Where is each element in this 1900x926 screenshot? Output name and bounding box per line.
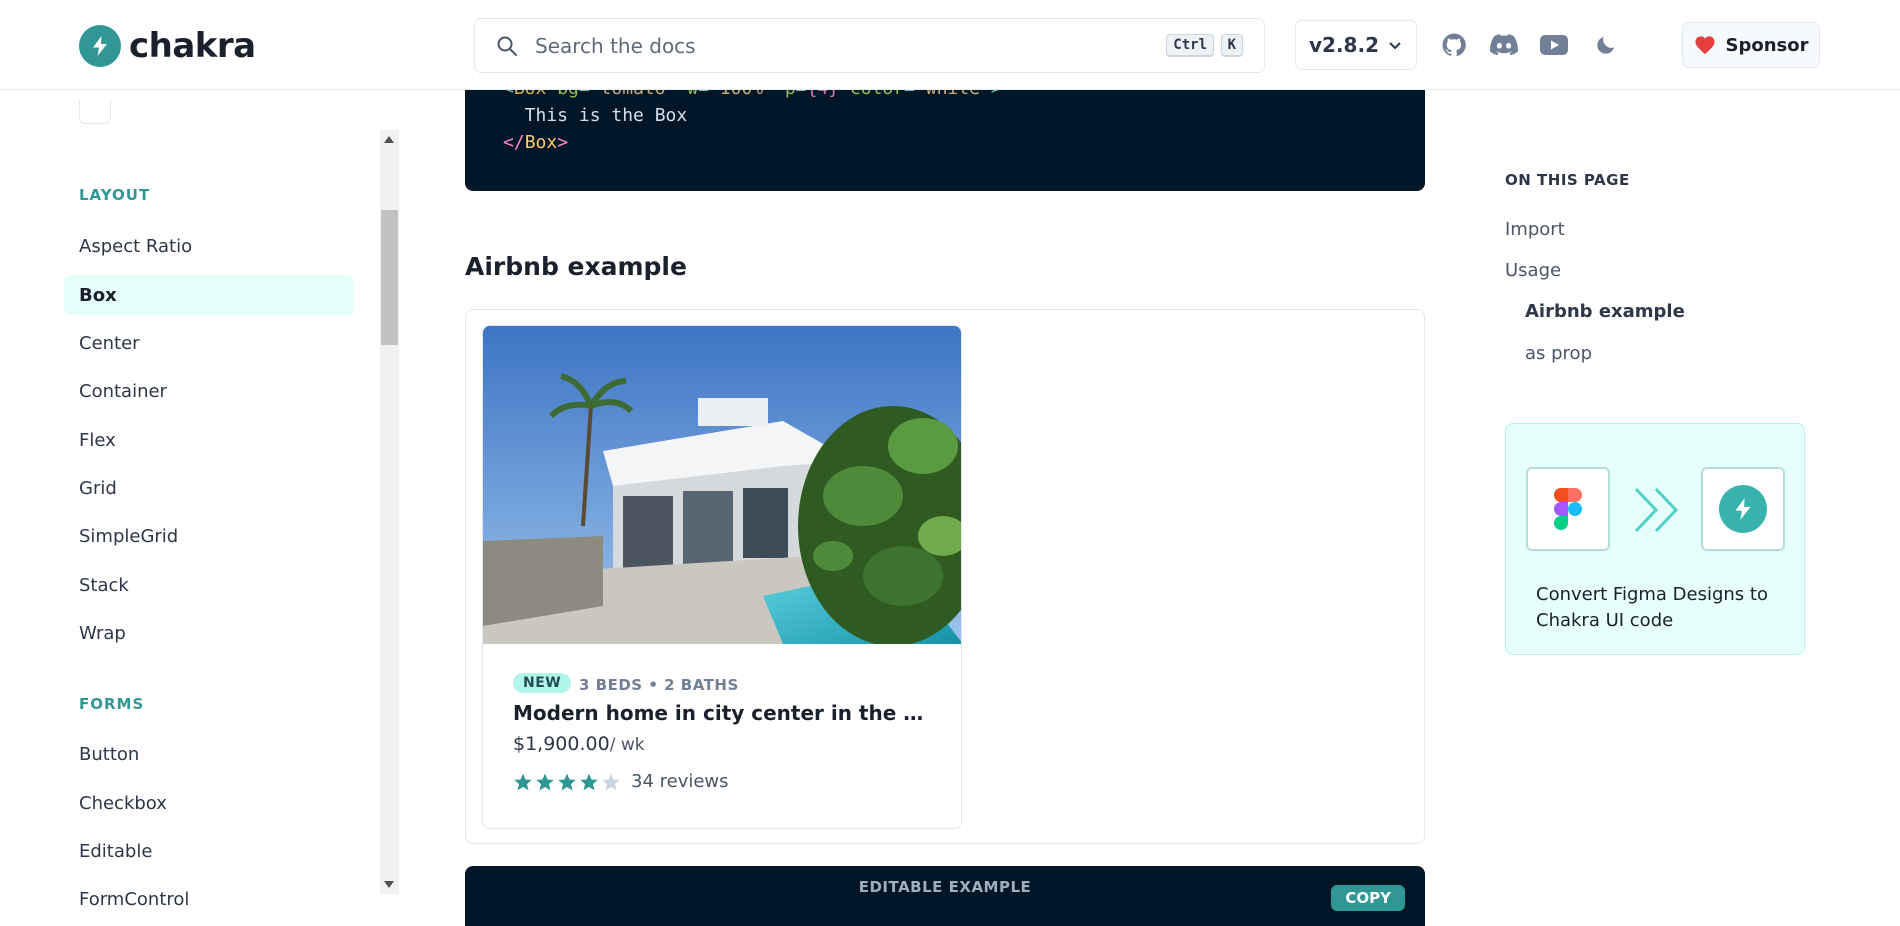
sponsor-button[interactable]: Sponsor [1682,22,1820,68]
code-line-2: This is the Box [503,105,688,126]
sidebar-item-wrap[interactable]: Wrap [64,613,354,653]
section-title: Airbnb example [465,252,687,281]
figma-icon [1526,467,1610,551]
sidebar-item-button[interactable]: Button [64,734,354,774]
property-title: Modern home in city center in the heart … [513,701,933,725]
version-select[interactable]: v2.8.2 [1295,20,1417,70]
star-row [513,772,623,792]
sponsor-label: Sponsor [1725,34,1809,56]
sidebar-heading-forms: FORMS [79,695,145,713]
chakra-logo-icon [1701,467,1785,551]
sidebar-item-box[interactable]: Box [64,275,354,315]
sidebar-partial-element [79,100,111,124]
new-badge: NEW [513,673,572,693]
beds-baths: 3 BEDS • 2 BATHS [579,676,739,694]
rating: 34 reviews [513,771,729,792]
toc-item-airbnb-example[interactable]: Airbnb example [1525,301,1685,322]
sidebar-item-simplegrid[interactable]: SimpleGrid [64,516,354,556]
scroll-up-arrow[interactable] [384,136,394,143]
review-count: 34 reviews [631,771,729,792]
sidebar-item-grid[interactable]: Grid [64,468,354,508]
sidebar-item-flex[interactable]: Flex [64,420,354,460]
sidebar-item-container[interactable]: Container [64,371,354,411]
moon-icon[interactable] [1591,30,1621,60]
sidebar-item-editable[interactable]: Editable [64,831,354,871]
property-card: NEW 3 BEDS • 2 BATHS Modern home in city… [482,325,962,829]
copy-button[interactable]: COPY [1331,885,1405,911]
price-value: $1,900.00 [513,733,610,755]
sidebar-item-checkbox[interactable]: Checkbox [64,783,354,823]
sidebar-scrollbar[interactable] [380,130,399,894]
double-chevron-icon [1632,487,1682,537]
logo[interactable]: chakra [79,25,256,67]
version-label: v2.8.2 [1309,33,1379,57]
price-unit: / wk [609,735,645,755]
sidebar-nav: LAYOUT Aspect Ratio Box Center Container… [0,90,400,926]
scrollbar-thumb[interactable] [381,210,398,345]
star-icon [514,773,532,790]
sidebar-item-formcontrol[interactable]: FormControl [64,879,354,919]
youtube-icon[interactable] [1539,30,1569,60]
search-input[interactable] [533,32,1133,59]
figma-promo-card[interactable]: Convert Figma Designs to Chakra UI code [1505,423,1805,655]
search-icon [497,36,517,56]
star-icon [536,773,554,790]
toc-heading: ON THIS PAGE [1505,171,1630,189]
toc-item-usage[interactable]: Usage [1505,260,1561,281]
sidebar-item-aspect-ratio[interactable]: Aspect Ratio [64,226,354,266]
discord-icon[interactable] [1489,30,1519,60]
scroll-down-arrow[interactable] [384,881,394,888]
property-price: $1,900.00/ wk [513,733,645,755]
property-image [483,326,961,644]
chevron-down-icon [1389,42,1401,50]
editable-example-label: EDITABLE EXAMPLE [858,878,1032,896]
example-preview: NEW 3 BEDS • 2 BATHS Modern home in city… [465,309,1425,844]
kbd-k: K [1220,34,1243,57]
kbd-ctrl: Ctrl [1166,34,1214,57]
lightning-icon [79,25,121,67]
sidebar-item-center[interactable]: Center [64,323,354,363]
star-icon [602,773,620,790]
editable-example-bar: EDITABLE EXAMPLE COPY [465,866,1425,926]
code-line-3: </Box> [503,132,569,153]
search-box[interactable]: Ctrl K [474,18,1265,73]
sidebar-item-stack[interactable]: Stack [64,565,354,605]
heart-icon [1694,36,1715,55]
toc-item-as-prop[interactable]: as prop [1525,343,1592,364]
star-icon [558,773,576,790]
site-header: chakra Ctrl K v2.8.2 Sponsor [0,0,1900,90]
sidebar-heading-layout: LAYOUT [79,186,151,204]
star-icon [580,773,598,790]
github-icon[interactable] [1439,30,1469,60]
logo-text: chakra [129,26,256,66]
promo-text: Convert Figma Designs to Chakra UI code [1536,584,1768,631]
toc-item-import[interactable]: Import [1505,219,1565,240]
